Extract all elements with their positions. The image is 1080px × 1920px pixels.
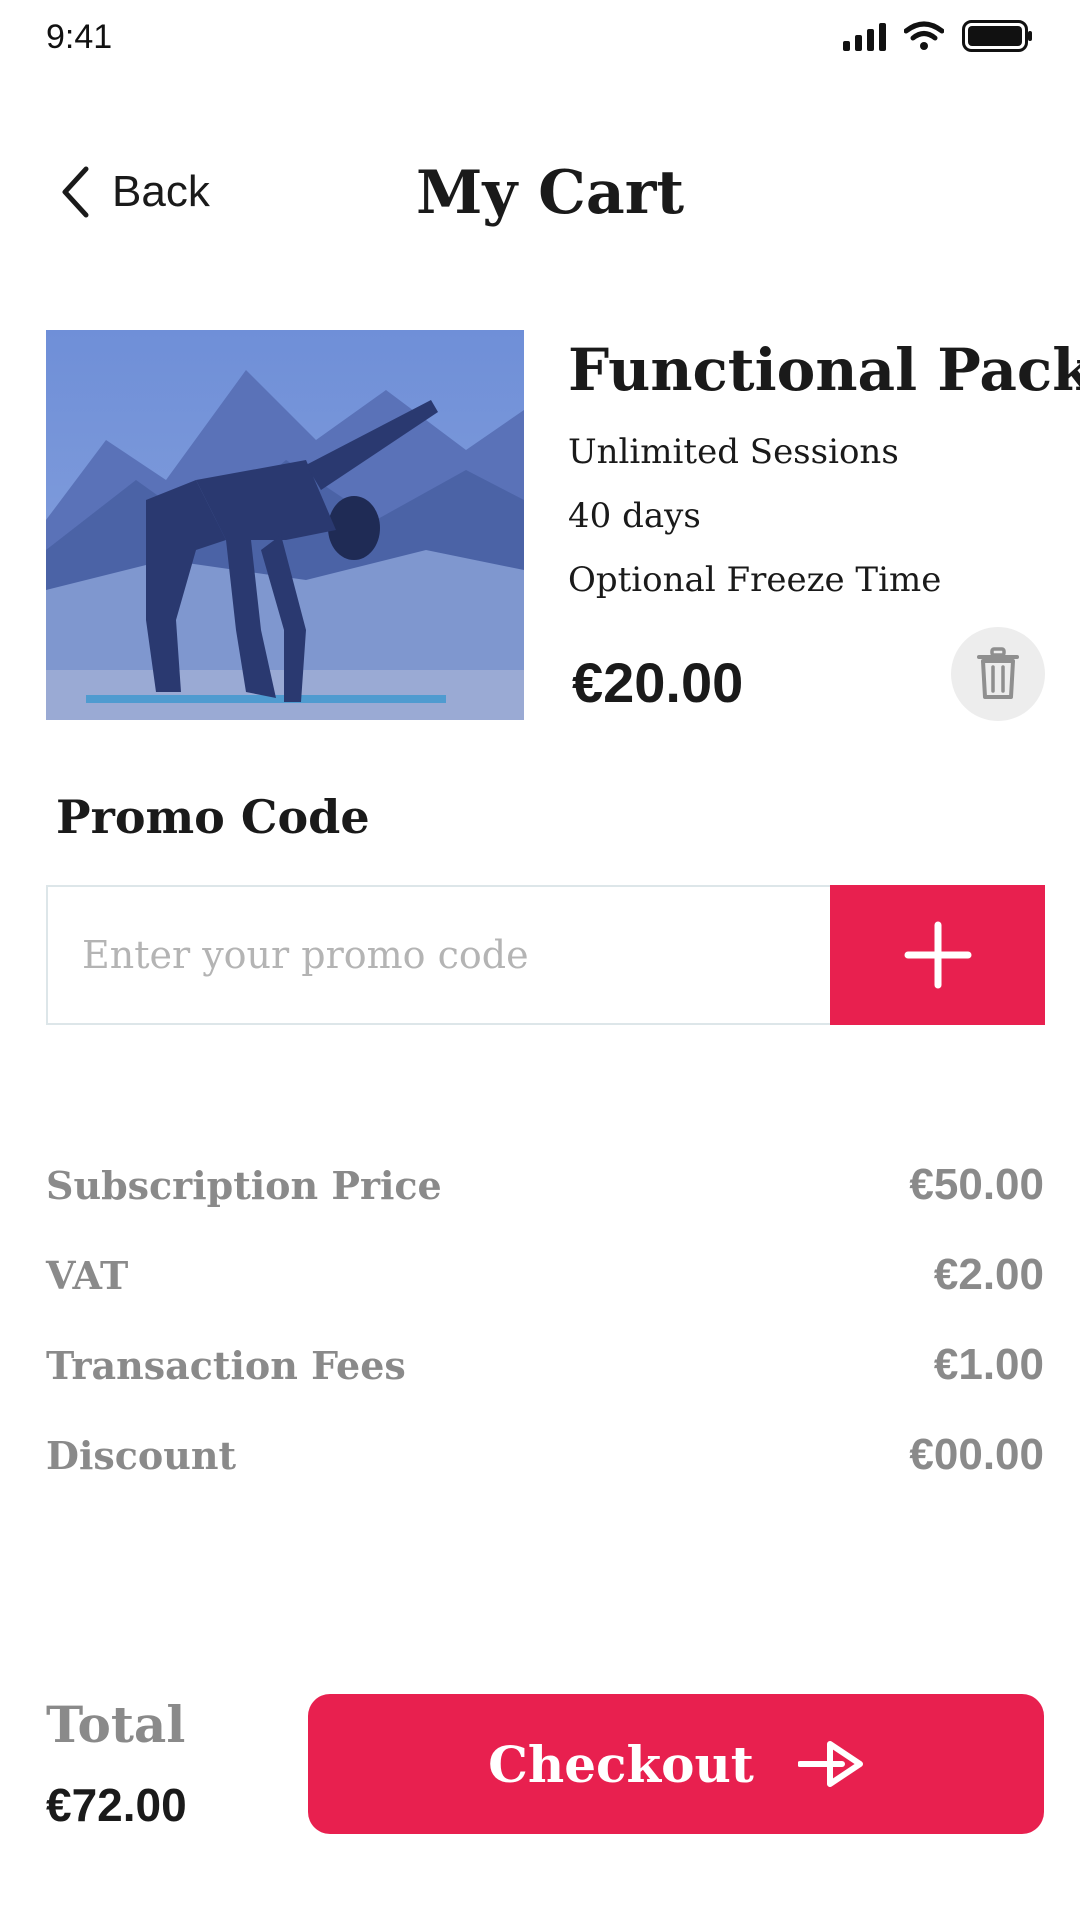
summary-value: €1.00 xyxy=(933,1340,1044,1389)
summary-label: Transaction Fees xyxy=(46,1342,406,1388)
summary-row: Subscription Price €50.00 xyxy=(46,1140,1044,1230)
product-title: Functional Pack xyxy=(568,336,1080,404)
checkout-label: Checkout xyxy=(488,1734,754,1794)
summary-label: Discount xyxy=(46,1432,237,1478)
summary-row: Transaction Fees €1.00 xyxy=(46,1320,1044,1410)
summary-row: Discount €00.00 xyxy=(46,1410,1044,1500)
total-label: Total xyxy=(46,1695,186,1754)
product-image xyxy=(46,330,524,720)
arrow-right-icon xyxy=(797,1741,863,1787)
checkout-button[interactable]: Checkout xyxy=(308,1694,1044,1834)
total-value: €72.00 xyxy=(46,1779,187,1831)
product-info: Functional Pack Unlimited Sessions 40 da… xyxy=(568,330,1080,612)
promo-code-input[interactable] xyxy=(46,885,830,1025)
status-time: 9:41 xyxy=(46,18,113,56)
summary-value: €2.00 xyxy=(933,1250,1044,1299)
page-title: My Cart xyxy=(415,158,685,228)
delete-item-button[interactable] xyxy=(951,627,1045,721)
product-features: Unlimited Sessions 40 days Optional Free… xyxy=(568,420,1048,612)
cellular-signal-icon xyxy=(843,21,886,51)
summary-value: €50.00 xyxy=(909,1160,1044,1209)
status-icons xyxy=(843,18,1034,54)
summary-row: VAT €2.00 xyxy=(46,1230,1044,1320)
status-bar: 9:41 xyxy=(0,0,1080,80)
battery-icon xyxy=(962,20,1032,52)
summary-label: VAT xyxy=(46,1252,129,1298)
promo-heading: Promo Code xyxy=(56,790,370,844)
summary-label: Subscription Price xyxy=(46,1162,442,1208)
product-feature: 40 days xyxy=(568,496,701,536)
summary-value: €00.00 xyxy=(909,1430,1044,1479)
plus-icon xyxy=(904,921,971,989)
price-summary: Subscription Price €50.00 VAT €2.00 Tran… xyxy=(46,1140,1044,1500)
product-price: €20.00 xyxy=(572,651,744,714)
yoga-pose-mountain-photo xyxy=(46,330,524,720)
product-feature: Unlimited Sessions xyxy=(568,432,899,472)
apply-promo-button[interactable] xyxy=(830,885,1045,1025)
product-feature: Optional Freeze Time xyxy=(568,560,942,600)
wifi-icon xyxy=(904,21,944,50)
trash-icon xyxy=(977,647,1019,699)
